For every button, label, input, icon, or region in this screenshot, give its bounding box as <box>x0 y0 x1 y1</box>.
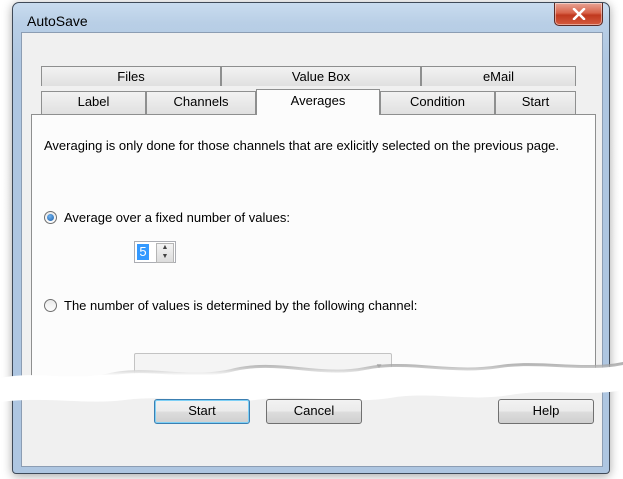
tab-label-text: Channels <box>173 94 229 109</box>
cancel-label: Cancel <box>293 403 335 418</box>
tab-condition[interactable]: Condition <box>380 91 495 114</box>
tab-label-text: Averages <box>290 93 346 108</box>
spinner-buttons[interactable]: ▲ ▼ <box>156 243 174 263</box>
description-text: Averaging is only done for those channel… <box>44 138 560 153</box>
radio-fixed-number[interactable]: Average over a fixed number of values: <box>44 210 290 225</box>
tab-averages[interactable]: Averages <box>256 89 380 115</box>
tab-start[interactable]: Start <box>495 91 576 114</box>
tab-label-text: Condition <box>410 94 465 109</box>
tab-label-text: Start <box>521 94 550 109</box>
tab-channels[interactable]: Channels <box>146 91 256 114</box>
window-title: AutoSave <box>27 13 88 29</box>
tab-label: eMail <box>482 69 515 84</box>
spin-up-icon[interactable]: ▲ <box>157 244 173 253</box>
tab-label: Value Box <box>291 69 351 84</box>
spin-down-icon[interactable]: ▼ <box>157 253 173 262</box>
tab-label-text: Label <box>77 94 110 109</box>
close-x-icon <box>572 8 585 20</box>
help-label: Help <box>532 403 560 418</box>
radio-button-unchecked[interactable] <box>44 299 57 312</box>
cancel-button[interactable]: Cancel <box>266 399 362 424</box>
start-button[interactable]: Start <box>154 399 250 424</box>
tab-label[interactable]: Label <box>41 91 146 114</box>
tab-email[interactable]: eMail <box>421 66 576 86</box>
count-spinner[interactable]: 5 ▲ ▼ <box>134 241 176 263</box>
tab-files[interactable]: Files <box>41 66 221 86</box>
radio-fixed-label: Average over a fixed number of values: <box>64 210 290 225</box>
tab-value-box[interactable]: Value Box <box>221 66 421 86</box>
close-button[interactable] <box>554 3 603 26</box>
help-button[interactable]: Help <box>498 399 594 424</box>
radio-channel-label: The number of values is determined by th… <box>64 298 418 313</box>
radio-channel-determined[interactable]: The number of values is determined by th… <box>44 298 417 313</box>
tab-label: Files <box>117 69 145 84</box>
start-label: Start <box>188 403 216 418</box>
radio-button-checked[interactable] <box>44 211 57 224</box>
count-value[interactable]: 5 <box>137 244 149 260</box>
